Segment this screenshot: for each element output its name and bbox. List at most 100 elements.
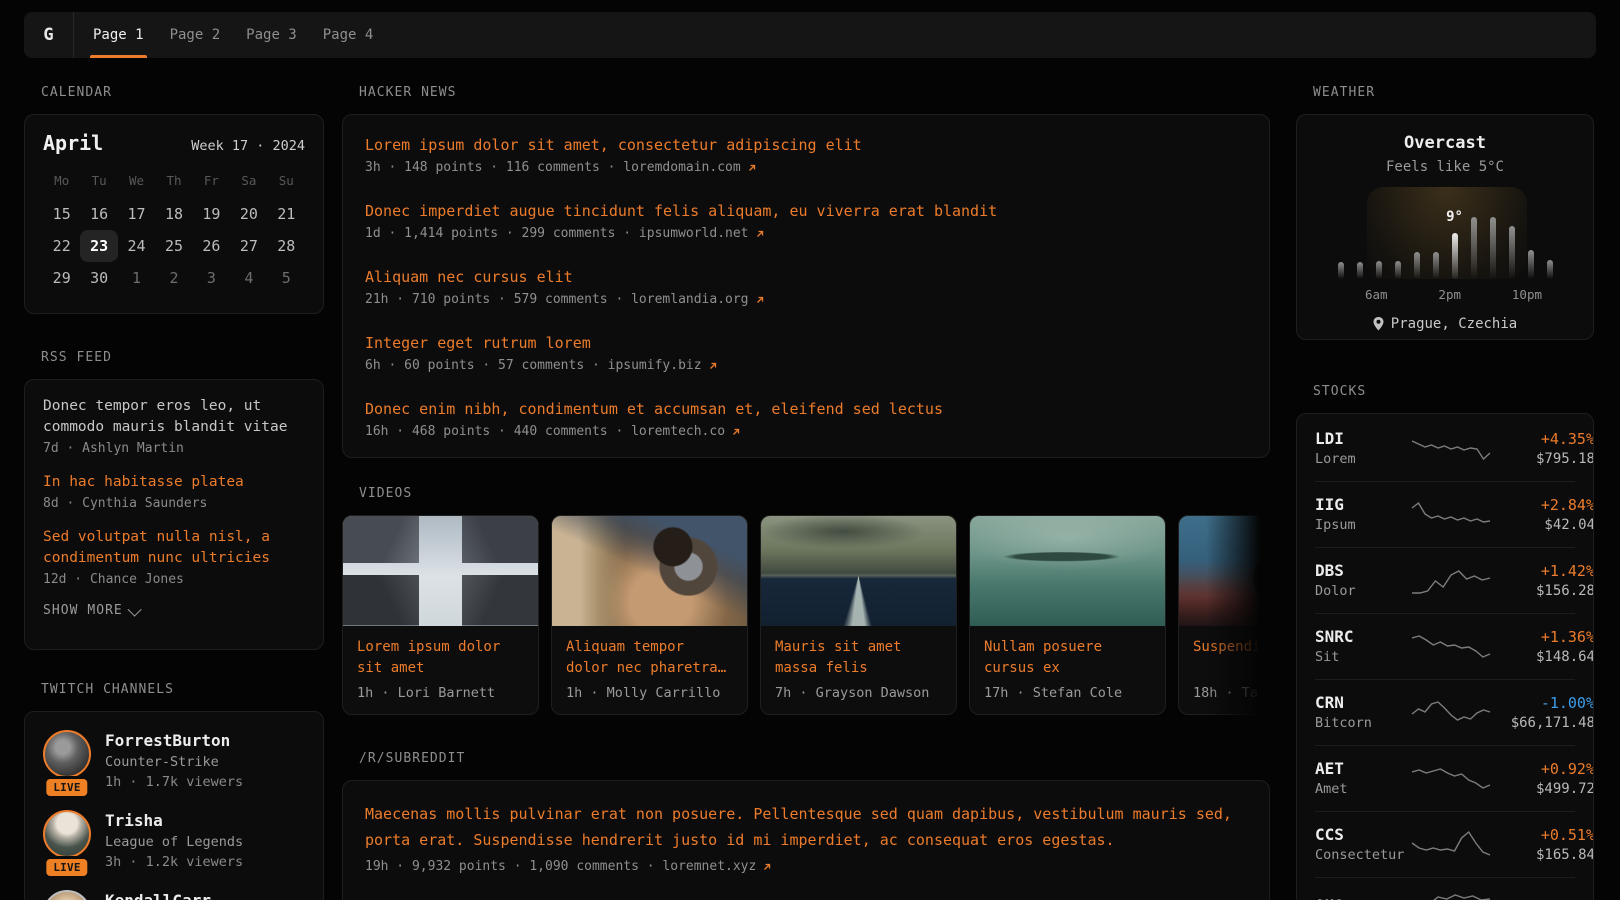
avatar xyxy=(43,730,91,778)
stock-row[interactable]: SNRCSit +1.36%$148.64 xyxy=(1315,613,1575,679)
video-card[interactable]: Nullam posuere cursus ex 17h · Stefan Co… xyxy=(969,515,1166,715)
stock-symbol: DBS xyxy=(1315,560,1411,582)
calendar-day: 2 xyxy=(155,262,192,294)
hour-bar xyxy=(1490,217,1496,279)
video-meta: 7h · Grayson Dawson xyxy=(775,685,942,701)
hn-item-title[interactable]: Donec imperdiet augue tincidunt felis al… xyxy=(365,201,1247,221)
calendar-day: 20 xyxy=(230,198,267,230)
stock-sparkline xyxy=(1411,829,1491,861)
main-column: HACKER NEWS Lorem ipsum dolor sit amet, … xyxy=(342,57,1270,900)
video-thumbnail[interactable] xyxy=(552,516,747,626)
hn-item: Aliquam nec cursus elit 21h · 710 points… xyxy=(365,267,1247,307)
left-column: CALENDAR April Week 17 · 2024 Mo Tu We T… xyxy=(24,57,324,900)
weather-bars: 9° xyxy=(1331,187,1559,279)
calendar-day: 15 xyxy=(43,198,80,230)
tab-page-2[interactable]: Page 2 xyxy=(157,12,234,58)
stock-row[interactable]: CCSConsectetur +0.51%$165.84 xyxy=(1315,811,1575,877)
stock-symbol: CRN xyxy=(1315,692,1411,714)
hn-item-title[interactable]: Lorem ipsum dolor sit amet, consectetur … xyxy=(365,135,1247,155)
video-title[interactable]: Mauris sit amet massa felis xyxy=(775,637,942,679)
rss-item: Sed volutpat nulla nisl, a condimentum n… xyxy=(43,527,305,587)
twitch-channel-row[interactable]: KendallCarr xyxy=(43,890,305,900)
weekday-label: Th xyxy=(155,165,192,198)
live-badge: LIVE xyxy=(43,856,90,879)
hn-item-title[interactable]: Donec enim nibh, condimentum et accumsan… xyxy=(365,399,1247,419)
stock-row[interactable]: AETAmet +0.92%$499.72 xyxy=(1315,745,1575,811)
video-card[interactable]: Lorem ipsum dolor sit amet consectetu… 1… xyxy=(342,515,539,715)
twitch-channel-row[interactable]: LIVE Trisha League of Legends 3h · 1.2k … xyxy=(43,810,305,872)
video-meta: 17h · Stefan Cole xyxy=(984,685,1151,701)
rss-item-meta: 8d · Cynthia Saunders xyxy=(43,496,305,511)
calendar-day: 28 xyxy=(268,230,305,262)
stock-change: +0.51% xyxy=(1491,824,1594,846)
channel-game: Counter-Strike xyxy=(105,752,243,772)
stock-symbol: IIG xyxy=(1315,494,1411,516)
rss-item-title[interactable]: In hac habitasse platea xyxy=(43,472,305,493)
calendar-day: 30 xyxy=(80,262,117,294)
video-card[interactable]: Suspendisse diam 18h · Tara xyxy=(1178,515,1270,715)
tab-page-4[interactable]: Page 4 xyxy=(310,12,387,58)
channel-name[interactable]: ForrestBurton xyxy=(105,730,243,752)
rss-item-meta: 12d · Chance Jones xyxy=(43,572,305,587)
calendar-day: 3 xyxy=(193,262,230,294)
calendar-day: 16 xyxy=(80,198,117,230)
video-title[interactable]: Suspendisse diam xyxy=(1193,637,1270,679)
stock-change: +1.42% xyxy=(1491,560,1594,582)
weather-feels-like: Feels like 5°C xyxy=(1317,159,1573,175)
stock-change: +2.84% xyxy=(1491,494,1594,516)
twitch-channel-row[interactable]: LIVE ForrestBurton Counter-Strike 1h · 1… xyxy=(43,730,305,792)
hn-item-meta: 21h · 710 points · 579 comments · loreml… xyxy=(365,292,749,307)
stock-row[interactable]: IIGIpsum +2.84%$42.04 xyxy=(1315,481,1575,547)
app-logo[interactable]: G xyxy=(24,12,74,58)
video-card[interactable]: Mauris sit amet massa felis 7h · Grayson… xyxy=(760,515,957,715)
video-meta: 18h · Tara xyxy=(1193,685,1270,701)
channel-name[interactable]: Trisha xyxy=(105,810,243,832)
rss-show-more-button[interactable]: SHOW MORE xyxy=(43,603,305,618)
weather-hour-labels: 6am2pm10pm xyxy=(1331,287,1559,302)
video-thumbnail[interactable] xyxy=(1179,516,1270,626)
video-title[interactable]: Lorem ipsum dolor sit amet consectetu… xyxy=(357,637,524,679)
stock-row[interactable]: AHS +0.46% xyxy=(1315,877,1575,900)
stock-sparkline xyxy=(1411,763,1491,795)
stock-sparkline xyxy=(1411,499,1491,531)
rss-item-title[interactable]: Sed volutpat nulla nisl, a condimentum n… xyxy=(43,527,305,569)
hn-item-title[interactable]: Aliquam nec cursus elit xyxy=(365,267,1247,287)
hour-bar xyxy=(1471,217,1477,279)
stock-price: $156.28 xyxy=(1491,582,1594,601)
video-thumbnail[interactable] xyxy=(343,516,538,626)
calendar-weekdays: Mo Tu We Th Fr Sa Su xyxy=(43,165,305,198)
stock-price: $42.04 xyxy=(1491,516,1594,535)
hn-item: Integer eget rutrum lorem 6h · 60 points… xyxy=(365,333,1247,373)
tab-page-3[interactable]: Page 3 xyxy=(233,12,310,58)
hn-item-title[interactable]: Integer eget rutrum lorem xyxy=(365,333,1247,353)
rss-item-title[interactable]: Donec tempor eros leo, ut commodo mauris… xyxy=(43,396,305,438)
external-link-icon xyxy=(755,229,765,239)
video-title[interactable]: Aliquam tempor dolor nec pharetra… xyxy=(566,637,733,679)
stock-name: Dolor xyxy=(1315,582,1411,601)
weekday-label: Fr xyxy=(193,165,230,198)
stock-change: +0.46% xyxy=(1491,895,1594,900)
videos-heading: VIDEOS xyxy=(359,486,1270,501)
right-column: WEATHER Overcast Feels like 5°C 9° 6am2p… xyxy=(1296,57,1594,900)
subreddit-post-title[interactable]: Maecenas mollis pulvinar erat non posuer… xyxy=(365,801,1247,853)
video-thumbnail[interactable] xyxy=(761,516,956,626)
calendar-day: 1 xyxy=(118,262,155,294)
videos-row: Lorem ipsum dolor sit amet consectetu… 1… xyxy=(342,515,1270,715)
video-meta: 1h · Lori Barnett xyxy=(357,685,524,701)
calendar-month: April xyxy=(43,131,103,155)
hour-bar xyxy=(1414,252,1420,279)
channel-name[interactable]: KendallCarr xyxy=(105,890,211,900)
calendar-day: 5 xyxy=(268,262,305,294)
stock-row[interactable]: DBSDolor +1.42%$156.28 xyxy=(1315,547,1575,613)
video-title[interactable]: Nullam posuere cursus ex xyxy=(984,637,1151,679)
video-card[interactable]: Aliquam tempor dolor nec pharetra… 1h · … xyxy=(551,515,748,715)
stock-row[interactable]: LDILorem +4.35%$795.18 xyxy=(1315,416,1575,481)
calendar-card: April Week 17 · 2024 Mo Tu We Th Fr Sa S… xyxy=(24,114,324,314)
stock-price: $148.64 xyxy=(1491,648,1594,667)
stock-row[interactable]: CRNBitcorn -1.00%$66,171.48 xyxy=(1315,679,1575,745)
calendar-day: 22 xyxy=(43,230,80,262)
tab-page-1[interactable]: Page 1 xyxy=(80,12,157,58)
weekday-label: Tu xyxy=(80,165,117,198)
video-thumbnail[interactable] xyxy=(970,516,1165,626)
stock-sparkline xyxy=(1411,433,1491,465)
